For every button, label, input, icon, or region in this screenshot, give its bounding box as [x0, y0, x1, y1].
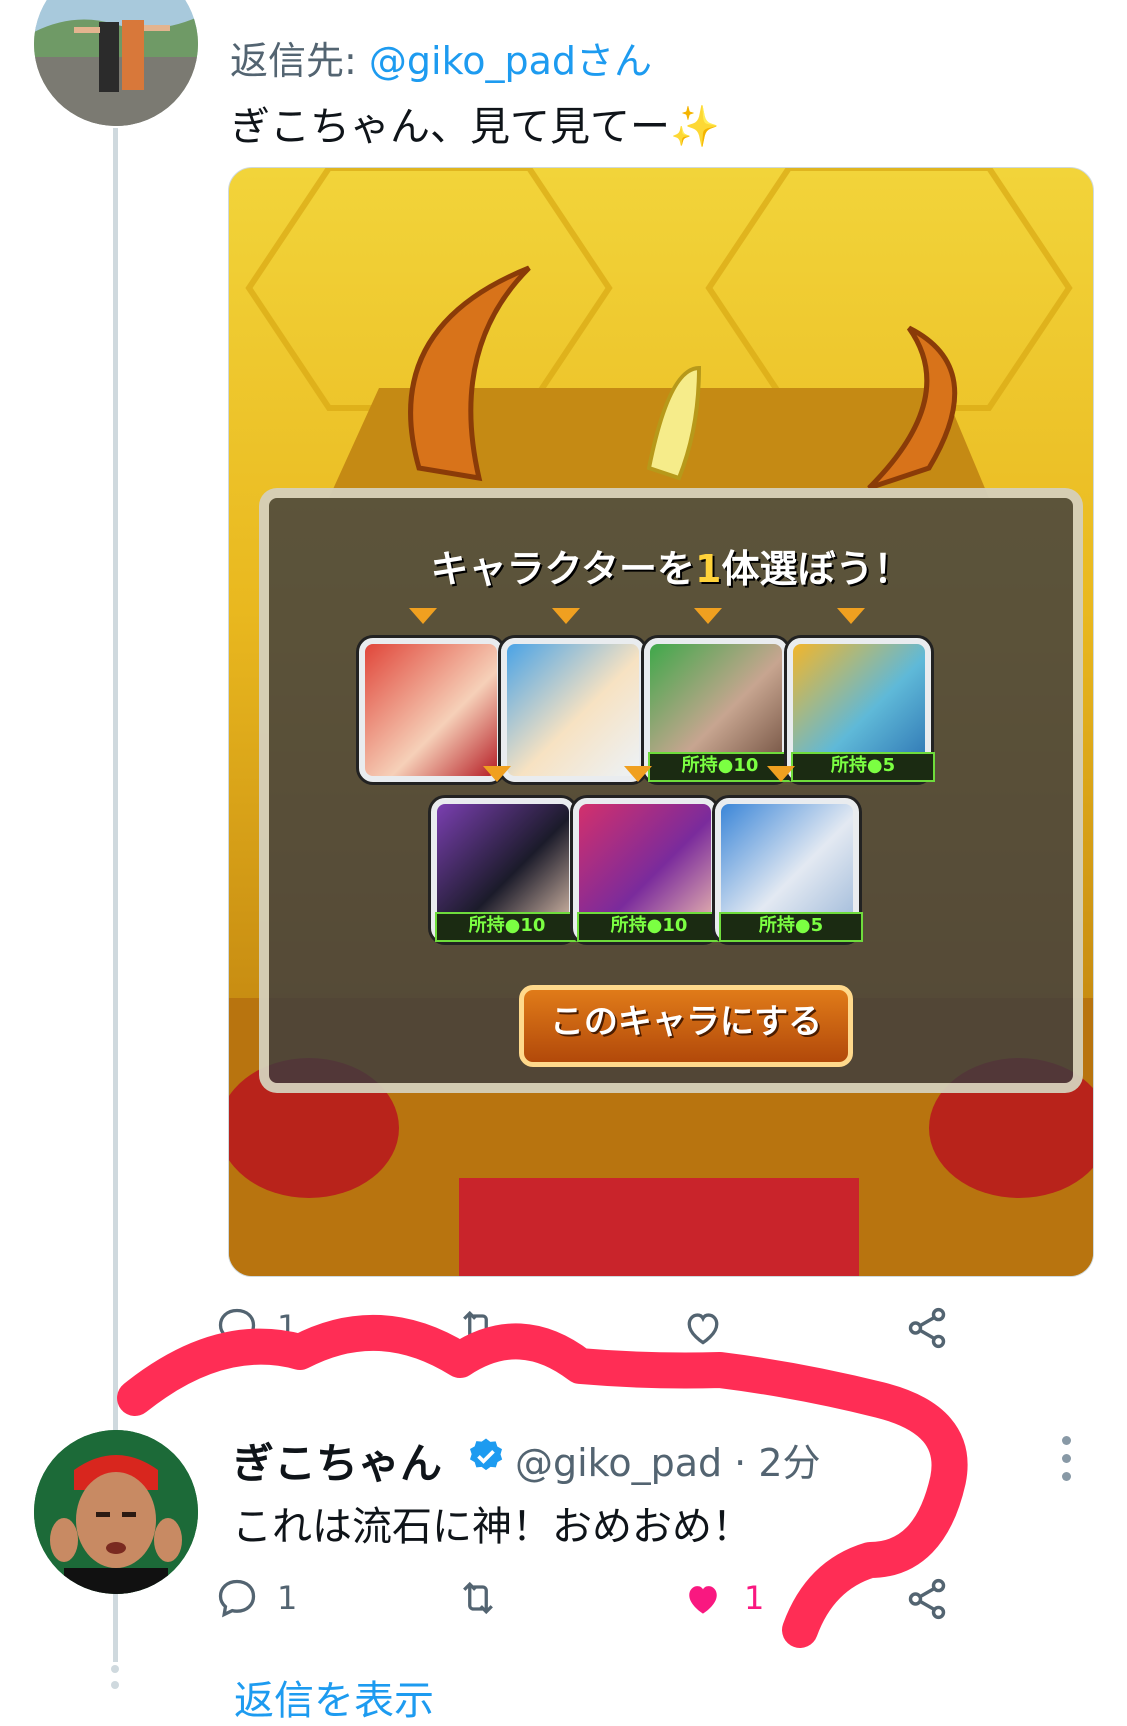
character-card[interactable]: 所持●10	[573, 798, 721, 942]
selector-arrow	[837, 608, 865, 624]
share-button[interactable]	[904, 1576, 950, 1622]
like-button[interactable]	[680, 1305, 744, 1349]
selector-arrow	[624, 766, 652, 782]
reply-button[interactable]: 1	[215, 1305, 297, 1349]
character-card[interactable]	[501, 638, 645, 782]
confirm-character-button[interactable]: このキャラにする	[519, 985, 853, 1067]
retweet-icon	[463, 1310, 493, 1344]
verified-badge-icon	[470, 1438, 503, 1471]
selector-arrow	[767, 766, 795, 782]
character-card[interactable]: 所持●10	[431, 798, 579, 942]
share-icon	[908, 1307, 946, 1349]
dialog-title-suffix: 体選ぼう！	[721, 547, 912, 591]
character-tag: 所持●10	[435, 912, 579, 942]
tweet-text: これは流石に神！おめおめ！	[232, 1504, 752, 1550]
character-tag: 所持●5	[791, 752, 935, 782]
retweet-icon	[463, 1581, 493, 1615]
thread-continuation-dots	[109, 1665, 121, 1697]
tweet-text: ぎこちゃん、見て見てー✨	[230, 94, 720, 152]
dialog-title-number: 1	[695, 547, 722, 591]
reply-to-line: 返信先: @giko_padさん	[230, 30, 652, 85]
character-tag: 所持●10	[577, 912, 721, 942]
reply-button[interactable]: 1	[215, 1576, 297, 1620]
like-button[interactable]: 1	[680, 1576, 764, 1620]
tweet-text-body: ぎこちゃん、見て見てー	[230, 104, 670, 150]
show-replies-link[interactable]: 返信を表示	[234, 1668, 434, 1726]
selector-arrow	[694, 608, 722, 624]
dialog-title: キャラクターを1体選ぼう！	[269, 538, 1073, 593]
retweet-button[interactable]	[455, 1305, 519, 1349]
selector-arrow	[409, 608, 437, 624]
tweet-media-image[interactable]: キャラクターを1体選ぼう！ 所持●10 所持●5 所持●10 所持●10 所持●…	[228, 167, 1094, 1277]
retweet-button[interactable]	[455, 1576, 519, 1620]
heart-icon	[687, 1313, 719, 1345]
reply-count: 1	[277, 1308, 298, 1346]
character-card[interactable]	[359, 638, 503, 782]
avatar[interactable]	[34, 0, 198, 126]
handle-and-timestamp: @giko_pad · 2分	[515, 1441, 821, 1485]
character-card[interactable]: 所持●5	[787, 638, 935, 782]
display-name[interactable]: ぎこちゃん	[232, 1430, 442, 1491]
heart-filled-icon	[689, 1586, 717, 1614]
dialog-title-prefix: キャラクターを	[430, 547, 695, 591]
character-tag: 所持●5	[719, 912, 863, 942]
reply-count: 1	[277, 1579, 298, 1617]
more-options-icon[interactable]	[1062, 1436, 1071, 1490]
sparkles-emoji: ✨	[670, 104, 720, 150]
share-button[interactable]	[904, 1305, 950, 1351]
like-count: 1	[744, 1579, 765, 1617]
reply-to-label: 返信先:	[230, 39, 357, 83]
character-select-dialog: キャラクターを1体選ぼう！ 所持●10 所持●5 所持●10 所持●10 所持●…	[259, 488, 1083, 1093]
share-icon	[908, 1578, 946, 1620]
avatar[interactable]	[34, 1430, 198, 1594]
reply-icon	[218, 1579, 256, 1618]
character-card[interactable]: 所持●5	[715, 798, 863, 942]
character-card[interactable]: 所持●10	[644, 638, 792, 782]
selector-arrow	[552, 608, 580, 624]
reply-mention-link[interactable]: @giko_padさん	[369, 39, 652, 83]
reply-icon	[218, 1308, 256, 1347]
selector-arrow	[483, 766, 511, 782]
